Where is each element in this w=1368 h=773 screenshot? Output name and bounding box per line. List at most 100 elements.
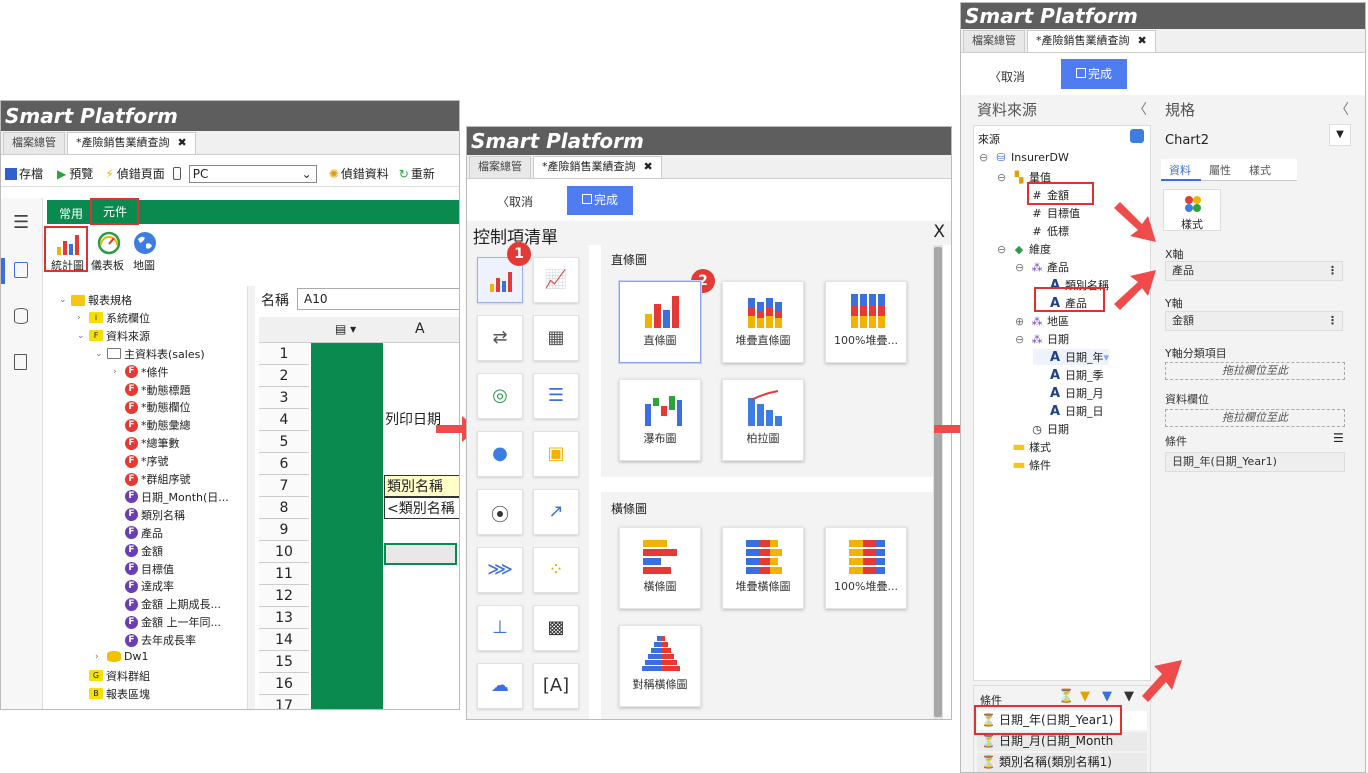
tree-node[interactable]: ◷ 日期	[1015, 421, 1069, 437]
org-chart-icon[interactable]: ⊥	[477, 605, 523, 651]
treemap-icon[interactable]: ▩	[533, 605, 579, 651]
column-menu-icon[interactable]: ▤ ▾	[335, 322, 356, 336]
tree-node[interactable]: F *序號	[113, 453, 169, 469]
report-icon[interactable]	[1, 258, 5, 284]
chart-type-tile[interactable]: 柏拉圖	[722, 379, 804, 461]
toggle-icon[interactable]: ⊖	[997, 243, 1010, 256]
tree-node[interactable]: ⊕ ⁂ 地區	[1015, 313, 1069, 329]
tree-node[interactable]: F 達成率	[113, 578, 174, 594]
row-number[interactable]: 11	[259, 563, 309, 585]
cell-category[interactable]: 類別名稱	[384, 475, 459, 497]
chevron-right-icon[interactable]: ›	[77, 313, 87, 323]
done-button[interactable]: 完成	[567, 186, 633, 215]
cloud-icon[interactable]: ☁	[477, 663, 523, 709]
ribbon-item-gauge[interactable]: 儀表板	[91, 231, 129, 272]
table-grid-icon[interactable]: ▦	[533, 315, 579, 361]
device-select[interactable]: PC ⌄	[188, 164, 317, 183]
row-number[interactable]: 15	[259, 651, 309, 673]
tree-node[interactable]: F *總筆數	[113, 435, 180, 451]
style-button[interactable]: 樣式	[1163, 189, 1221, 231]
preview-button[interactable]: 預覽	[69, 165, 93, 182]
data-field-dropzone[interactable]: 拖拉欄位至此	[1165, 409, 1345, 427]
tree-node[interactable]: ▬ 條件	[997, 457, 1051, 473]
row-number[interactable]: 9	[259, 519, 309, 541]
chart-type-tile[interactable]: 100%堆疊...	[825, 527, 907, 609]
close-icon[interactable]: X	[933, 222, 945, 242]
ribbon-tab-common[interactable]: 常用	[59, 205, 83, 222]
tree-node[interactable]: A 日期_季	[1033, 367, 1104, 383]
y-axis-field[interactable]: 金額 ⋮	[1165, 311, 1343, 331]
sankey-icon[interactable]: ⋙	[477, 547, 523, 593]
row-number[interactable]: 14	[259, 629, 309, 651]
cell-selected[interactable]	[384, 543, 457, 565]
x-axis-field[interactable]: 產品 ⋮	[1165, 261, 1343, 281]
tree-node[interactable]: B 報表區塊	[77, 686, 150, 702]
tree-node[interactable]: F 產品	[113, 525, 163, 541]
filter-edit-icon[interactable]: ▼	[1102, 689, 1112, 704]
chart-name-dropdown[interactable]: ▼	[1329, 124, 1351, 146]
dots-icon[interactable]: ⁘	[533, 547, 579, 593]
row-number[interactable]: 13	[259, 607, 309, 629]
tree-node[interactable]: A 日期_月	[1033, 385, 1104, 401]
tree-node[interactable]: # 低標	[1015, 223, 1069, 239]
tab-file-mgmt-2[interactable]: 檔案總管	[469, 156, 531, 178]
tab-document-3[interactable]: *產險銷售業績查詢 ✖	[1027, 30, 1156, 52]
tree-node[interactable]: ⌄ 主資料表(sales)	[95, 346, 205, 362]
cell-category-field[interactable]: <類別名稱	[384, 497, 459, 519]
chevron-right-icon[interactable]: ›	[113, 367, 123, 377]
tree-node[interactable]: F 金額	[113, 543, 163, 559]
close-icon[interactable]: ✖	[1138, 34, 1147, 47]
toggle-icon[interactable]: ⊖	[1015, 261, 1028, 274]
tree-node[interactable]: F 金額 上一年同...	[113, 614, 221, 630]
row-number[interactable]: 2	[259, 365, 309, 387]
chevron-down-icon[interactable]: ⌄	[77, 331, 87, 341]
chevron-down-icon[interactable]: ⌄	[59, 295, 69, 305]
database-icon[interactable]	[14, 308, 28, 324]
chart-type-tile[interactable]: 橫條圖	[619, 527, 701, 609]
tree-node[interactable]: F 金額 上期成長...	[113, 596, 221, 612]
done-button[interactable]: 完成	[1061, 59, 1127, 89]
tree-node[interactable]: F 日期_Month(日...	[113, 489, 229, 505]
trend-chart-icon[interactable]: ↗	[533, 489, 579, 535]
tree-node[interactable]: F 去年成長率	[113, 632, 196, 648]
collapse-datasource-icon[interactable]: 〈	[1133, 99, 1147, 119]
toggle-icon[interactable]: ⊖	[997, 171, 1010, 184]
tree-node[interactable]: F *動態標題	[113, 382, 191, 398]
tree-node[interactable]: › i 系統欄位	[77, 310, 150, 326]
cell-print-date[interactable]: 列印日期	[385, 409, 441, 429]
row-number[interactable]: 7	[259, 475, 309, 497]
map-icon[interactable]: ▣	[533, 431, 579, 477]
filter-icon[interactable]: ⏳	[1058, 689, 1074, 704]
chevron-down-icon[interactable]: ⌄	[95, 349, 105, 359]
ribbon-item-map[interactable]: 地圖	[131, 231, 161, 272]
splitter[interactable]	[247, 286, 255, 709]
tab-file-mgmt-3[interactable]: 檔案總管	[963, 30, 1025, 52]
row-number[interactable]: 12	[259, 585, 309, 607]
spec-tab-properties[interactable]: 屬性	[1209, 162, 1231, 178]
gauge-icon[interactable]: ◎	[477, 373, 523, 419]
tab-file-mgmt[interactable]: 檔案總管	[3, 132, 65, 154]
tree-node[interactable]: # 目標值	[1015, 205, 1080, 221]
row-number[interactable]: 6	[259, 453, 309, 475]
tree-node[interactable]: ▬ 樣式	[997, 439, 1051, 455]
toggle-icon[interactable]: ⊖	[979, 151, 992, 164]
save-button[interactable]: 存檔	[19, 165, 43, 182]
condition-item[interactable]: ⏳ 類別名稱(類別名稱1)	[977, 753, 1147, 772]
filter-remove-icon[interactable]: ▼	[1124, 689, 1134, 704]
column-header-a[interactable]: A	[415, 321, 425, 337]
toggle-icon[interactable]: ⊕	[1015, 315, 1028, 328]
row-number[interactable]: 1	[259, 343, 309, 365]
tree-node[interactable]: › F *條件	[113, 364, 169, 380]
toggle-icon[interactable]: ⊖	[1015, 333, 1028, 346]
row-number[interactable]: 4	[259, 409, 309, 431]
spec-tab-data[interactable]: 資料	[1169, 162, 1191, 178]
close-icon[interactable]: ✖	[644, 160, 653, 173]
tree-node[interactable]: ⊖ ⁂ 日期	[1015, 331, 1069, 347]
tree-node[interactable]: F *群組序號	[113, 471, 191, 487]
row-number[interactable]: 3	[259, 387, 309, 409]
chevron-right-icon[interactable]: ›	[95, 652, 105, 662]
tree-node[interactable]: ⊖ ⁂ 產品	[1015, 259, 1069, 275]
tree-node[interactable]: ⊖ ⛁ InsurerDW	[979, 151, 1069, 164]
chart-type-tile[interactable]: 堆疊直條圖	[722, 281, 804, 363]
more-vertical-icon[interactable]: ⋮	[1327, 312, 1338, 330]
